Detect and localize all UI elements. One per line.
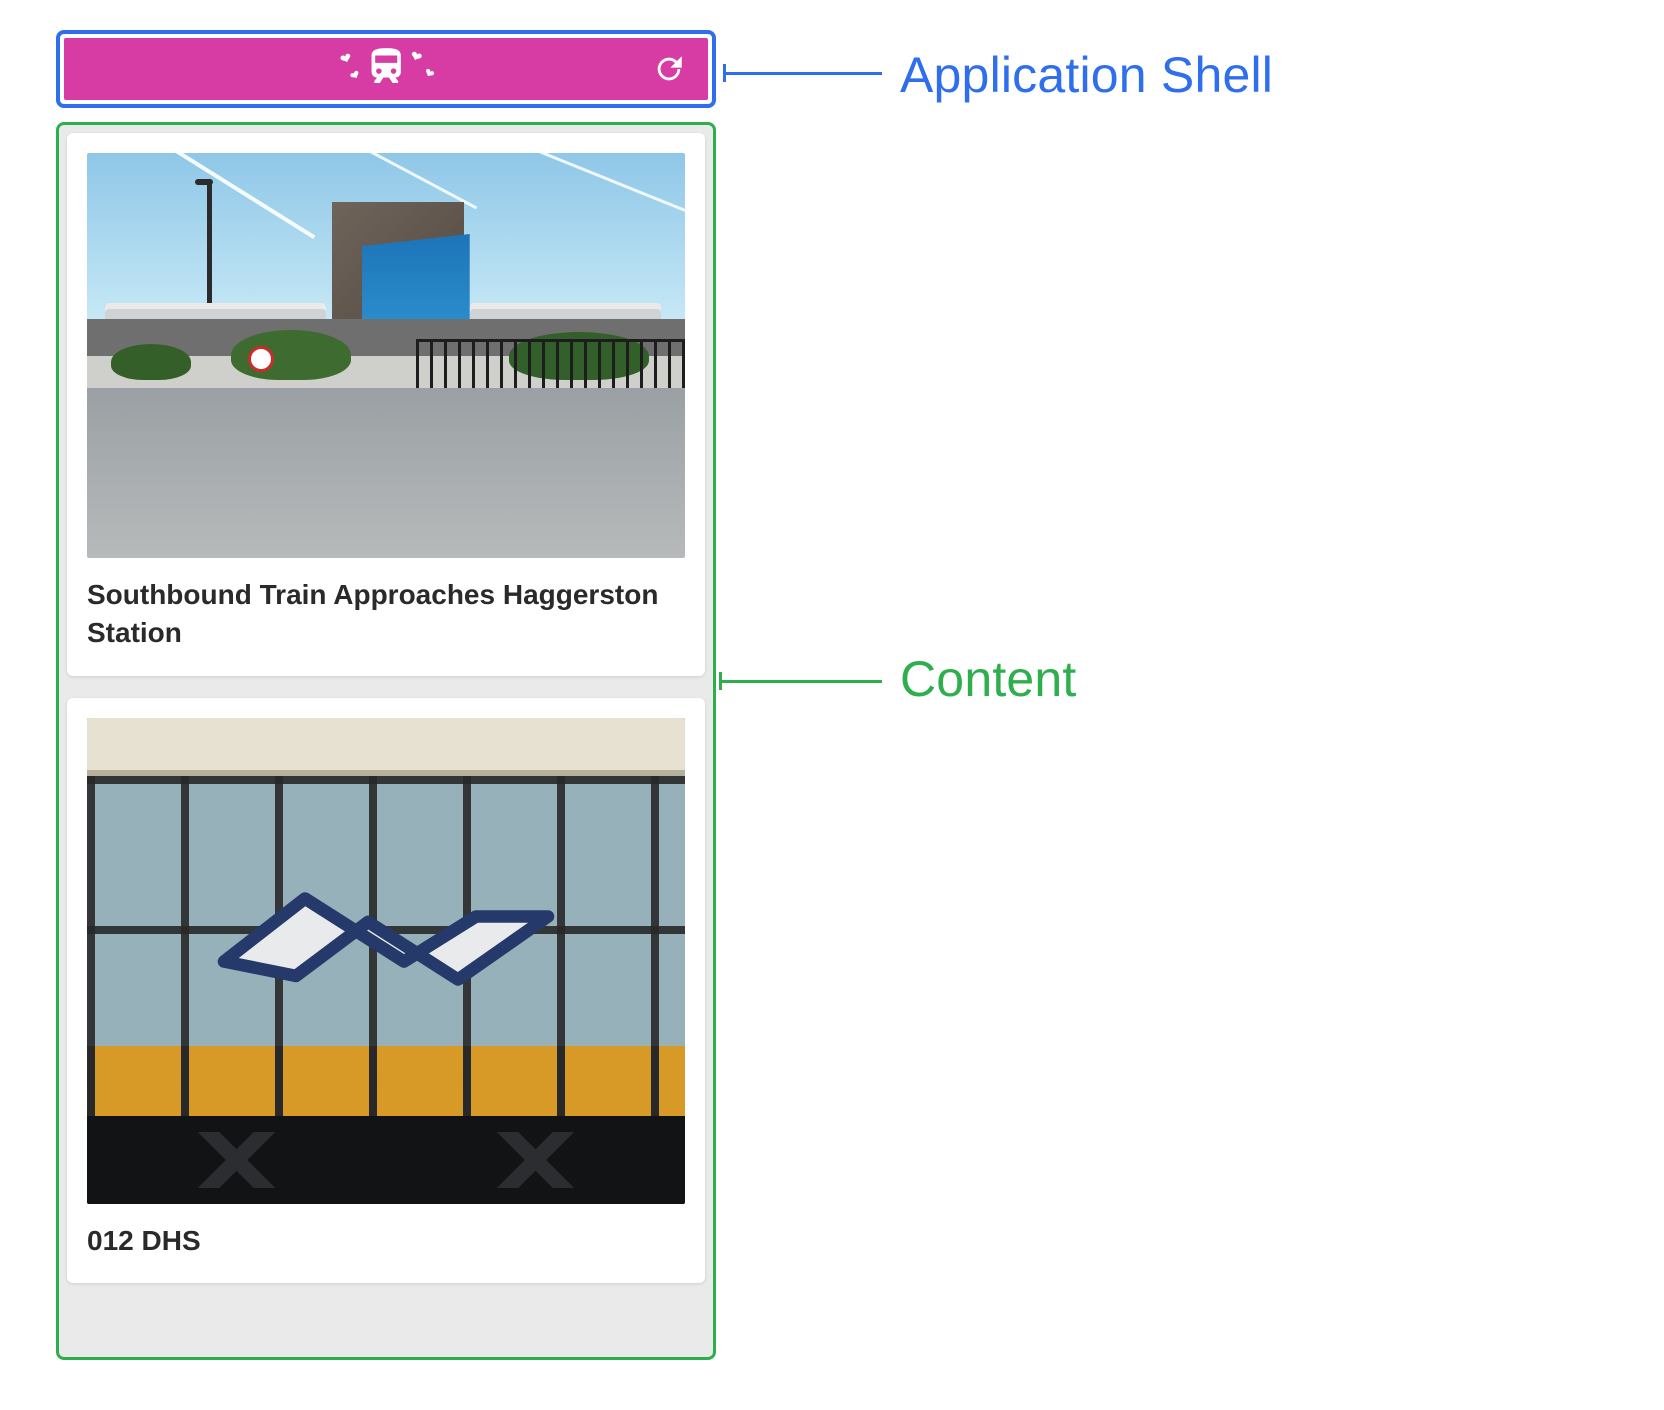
app-column: ❤ ❤ ❤ ❤ [56,30,716,1360]
app-logo: ❤ ❤ ❤ ❤ [338,45,434,94]
callout-connector [726,72,882,75]
train-icon [360,45,412,94]
card[interactable]: Southbound Train Approaches Haggerston S… [67,133,705,676]
content-region: Southbound Train Approaches Haggerston S… [56,122,716,1360]
refresh-icon [652,52,686,86]
card-image [87,718,685,1204]
app-header: ❤ ❤ ❤ ❤ [64,38,708,100]
heart-icon: ❤ [421,64,437,81]
application-shell-region: ❤ ❤ ❤ ❤ [56,30,716,108]
card-title: 012 DHS [87,1222,685,1260]
refresh-button[interactable] [652,52,686,86]
content-label: Content [900,650,1077,708]
heart-icon: ❤ [338,49,355,69]
ns-logo-icon [206,854,566,1039]
card-image [87,153,685,558]
application-shell-label: Application Shell [900,46,1273,104]
callout-connector [722,680,882,683]
card[interactable]: 012 DHS [67,698,705,1284]
card-title: Southbound Train Approaches Haggerston S… [87,576,685,652]
diagram-stage: ❤ ❤ ❤ ❤ [0,0,1664,1410]
